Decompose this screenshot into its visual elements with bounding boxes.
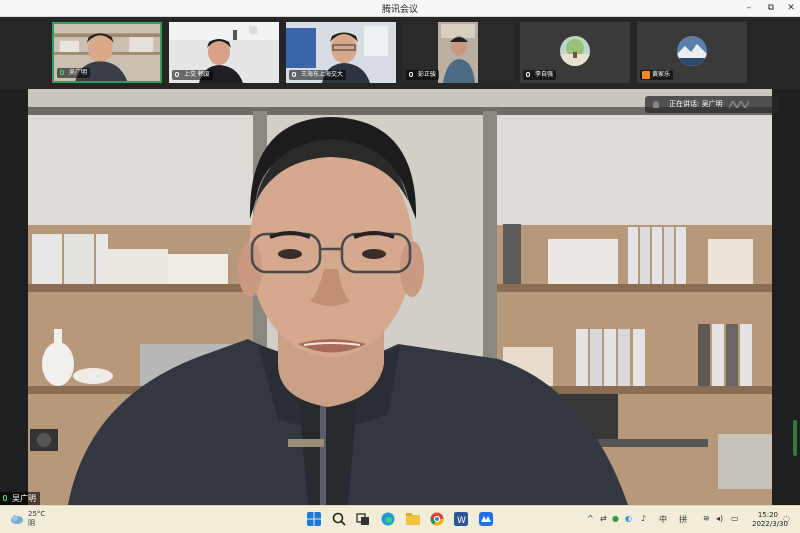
audio-level-icon [729, 101, 749, 108]
main-speaker-name-label: 吴广明 [0, 492, 40, 505]
participant-strip: 吴广明 上交 韩废 王海东上海交大 彭正骏 李自强 黄家乐 [0, 17, 800, 89]
ime-pinyin[interactable]: 拼 [679, 514, 687, 525]
speaking-indicator: 正在讲话: 吴广明 [645, 96, 779, 113]
battery-icon[interactable]: ▭ [731, 514, 739, 523]
close-button[interactable]: ✕ [783, 1, 799, 15]
wifi-icon[interactable]: ≋ [703, 514, 710, 523]
cloud-icon[interactable] [10, 514, 24, 524]
host-badge-icon [642, 71, 650, 79]
participant-tile[interactable]: 王海东上海交大 [286, 22, 396, 83]
participant-tile[interactable]: 彭正骏 [403, 22, 513, 83]
clock[interactable]: 15:20 2022/3/30 [752, 511, 788, 529]
volume-icon[interactable]: ◂) [716, 514, 723, 523]
svg-text:W: W [457, 516, 466, 526]
participant-name-label: 黄家乐 [640, 70, 674, 80]
mic-muted-icon [526, 72, 530, 77]
tray-app-icon[interactable]: ⇄ [600, 514, 607, 523]
participant-name-label: 王海东上海交大 [289, 70, 347, 80]
chrome-icon[interactable] [430, 512, 444, 526]
mic-muted-icon [175, 72, 179, 77]
network-tray-icon[interactable]: ◐ [625, 514, 632, 523]
speaker-video-feed [28, 89, 772, 505]
restore-button[interactable]: ⧉ [763, 1, 779, 15]
microphone-icon[interactable]: ♪ [641, 514, 646, 523]
word-icon[interactable]: W [454, 512, 468, 526]
file-explorer-icon[interactable] [406, 512, 420, 526]
tray-expand-icon[interactable]: ^ [587, 514, 594, 523]
taskbar: 25°C 阴 W ^ ⇄ ● ◐ ♪ 中 拼 ≋ ◂) ▭ 15:20 2022… [0, 505, 800, 533]
participant-name-label: 李自强 [523, 70, 557, 80]
participant-name-label: 上交 韩废 [172, 70, 213, 80]
search-icon[interactable] [332, 512, 346, 526]
speaker-avatar-icon [653, 101, 659, 108]
avatar [560, 36, 590, 66]
mic-muted-icon [409, 72, 413, 77]
mic-on-icon [60, 70, 64, 75]
task-view-icon[interactable] [356, 512, 370, 526]
mic-on-icon [3, 495, 7, 501]
mic-muted-icon [292, 72, 296, 77]
edge-browser-icon[interactable] [381, 512, 395, 526]
participant-name-label: 吴广明 [57, 68, 91, 78]
windows-start-icon[interactable] [307, 512, 321, 526]
avatar [677, 36, 707, 66]
title-bar: 腾讯会议 – ⧉ ✕ [0, 0, 800, 17]
participant-tile[interactable]: 上交 韩废 [169, 22, 279, 83]
participant-tile[interactable]: 黄家乐 [637, 22, 747, 83]
notification-icon[interactable]: ◌ [783, 514, 790, 523]
weather-widget[interactable]: 25°C 阴 [28, 510, 45, 528]
tencent-meeting-icon[interactable] [479, 512, 493, 526]
minimize-button[interactable]: – [741, 1, 757, 15]
window-title: 腾讯会议 [381, 5, 418, 15]
wechat-tray-icon[interactable]: ● [612, 514, 619, 523]
main-video[interactable] [28, 89, 772, 505]
volume-indicator [793, 420, 797, 456]
participant-tile[interactable]: 李自强 [520, 22, 630, 83]
participant-name-label: 彭正骏 [406, 70, 440, 80]
ime-mode[interactable]: 中 [659, 514, 667, 525]
participant-tile[interactable]: 吴广明 [52, 22, 162, 83]
